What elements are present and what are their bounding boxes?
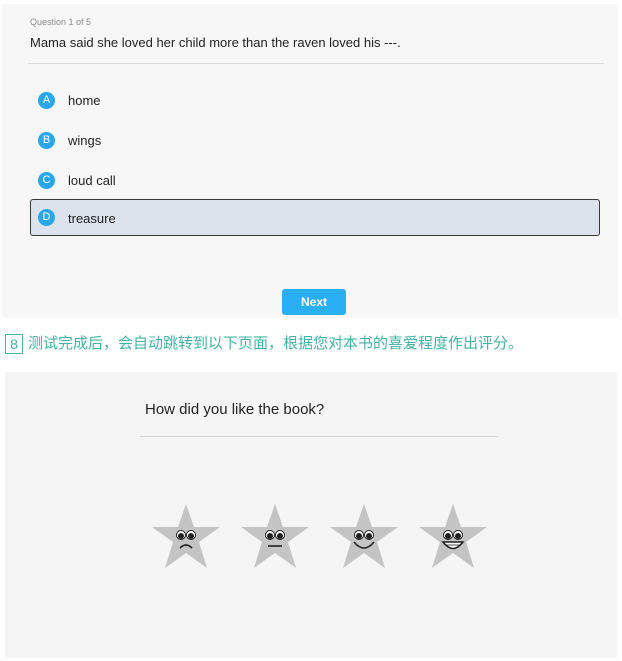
sad-star-icon[interactable] — [150, 502, 222, 572]
happy-star-icon[interactable] — [328, 502, 400, 572]
rating-title: How did you like the book? — [145, 401, 325, 418]
option-letter-badge: C — [38, 172, 55, 189]
option-letter-badge: B — [38, 132, 55, 149]
option-label: loud call — [68, 173, 116, 188]
divider — [28, 63, 604, 64]
quiz-panel: Question 1 of 5 Mama said she loved her … — [2, 4, 618, 318]
instruction-text: 测试完成后，会自动跳转到以下页面，根据您对本书的喜爱程度作出评分。 — [28, 335, 524, 352]
option-c[interactable]: C loud call — [30, 163, 600, 197]
option-label: home — [68, 93, 101, 108]
question-counter: Question 1 of 5 — [30, 17, 92, 27]
neutral-star-icon[interactable] — [239, 502, 311, 572]
option-label: wings — [68, 133, 102, 148]
very-happy-star-icon[interactable] — [417, 502, 489, 572]
divider — [140, 436, 498, 437]
option-label: treasure — [68, 211, 116, 226]
step-number-badge: 8 — [5, 334, 23, 354]
option-d[interactable]: D treasure — [30, 199, 600, 236]
option-b[interactable]: B wings — [30, 123, 600, 157]
option-letter-badge: A — [38, 92, 55, 109]
question-text: Mama said she loved her child more than … — [30, 35, 401, 50]
option-a[interactable]: A home — [30, 83, 600, 117]
next-button[interactable]: Next — [282, 289, 346, 315]
option-letter-badge: D — [38, 209, 55, 226]
rating-panel: How did you like the book? — [5, 372, 617, 658]
